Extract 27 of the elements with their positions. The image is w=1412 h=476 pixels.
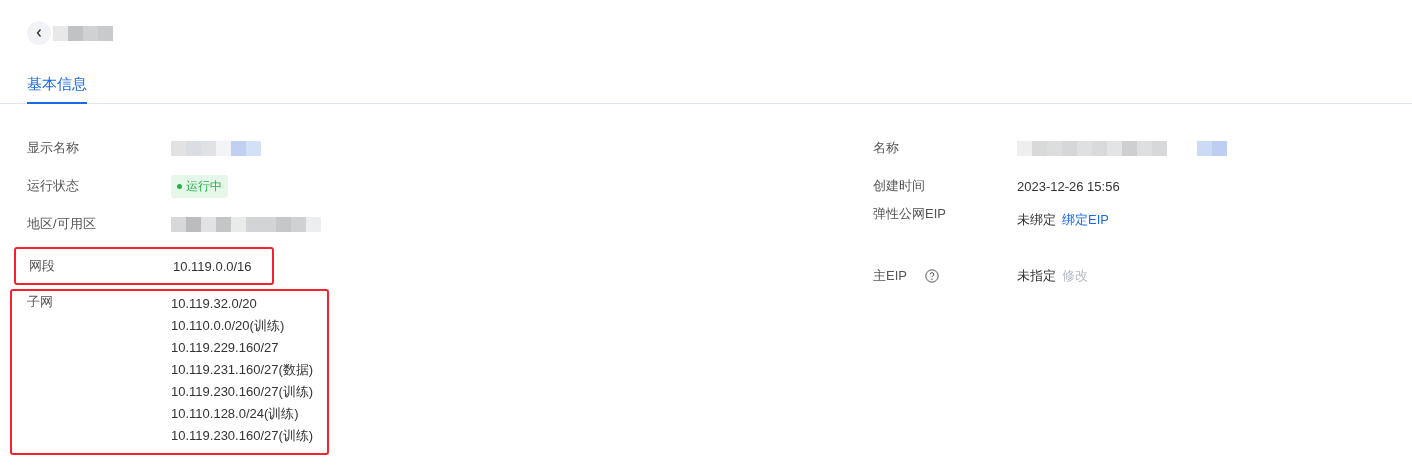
subnet-value: 10.119.230.160/27(训练) [171, 427, 314, 445]
tab[interactable]: 基本信息 [27, 75, 87, 104]
subnet-value: 10.119.230.160/27(训练) [171, 383, 314, 401]
field-label: 弹性公网EIP [873, 205, 947, 223]
blurred-title [53, 25, 113, 41]
field-label: 主EIP [873, 267, 1017, 285]
subnet-value: 10.119.32.0/20 [171, 295, 258, 313]
back-button[interactable] [27, 21, 51, 45]
chevron-left-icon [35, 28, 43, 38]
field-label: 创建时间 [873, 177, 926, 195]
field-label: 网段 [29, 257, 56, 275]
help-icon[interactable] [924, 269, 939, 283]
field-label: 运行状态 [27, 177, 80, 195]
field-value: 未绑定 [1017, 211, 1056, 229]
subnet-value: 10.119.231.160/27(数据) [171, 361, 314, 379]
field-label: 地区/可用区 [27, 215, 97, 233]
status-text: 运行中 [186, 177, 222, 195]
field-label: 显示名称 [27, 139, 80, 157]
action-link[interactable]: 绑定EIP [1062, 211, 1109, 229]
field-value: 2023-12-26 15:56 [1017, 178, 1120, 194]
subnet-value: 10.119.229.160/27 [171, 339, 280, 357]
field-label: 子网 [27, 293, 54, 311]
field-value: 未指定 [1017, 267, 1056, 285]
field-label: 名称 [873, 139, 900, 157]
field-value: 10.119.0.0/16 [173, 258, 252, 274]
subnet-value: 10.110.0.0/20(训练) [171, 317, 286, 335]
subnet-value: 10.110.128.0/24(训练) [171, 405, 300, 423]
